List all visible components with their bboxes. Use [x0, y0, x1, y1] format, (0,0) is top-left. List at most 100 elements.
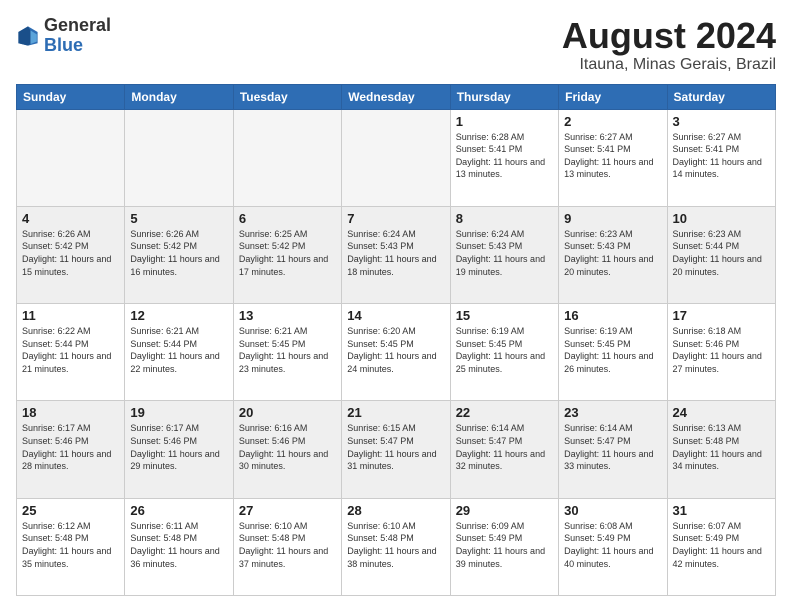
day-info: Sunrise: 6:16 AM Sunset: 5:46 PM Dayligh… [239, 422, 336, 472]
day-info: Sunrise: 6:10 AM Sunset: 5:48 PM Dayligh… [239, 520, 336, 570]
logo-text: General Blue [44, 16, 111, 56]
calendar-week-row: 25Sunrise: 6:12 AM Sunset: 5:48 PM Dayli… [17, 498, 776, 595]
table-row: 5Sunrise: 6:26 AM Sunset: 5:42 PM Daylig… [125, 206, 233, 303]
day-number: 23 [564, 405, 661, 420]
day-number: 13 [239, 308, 336, 323]
table-row: 2 Sunrise: 6:27 AM Sunset: 5:41 PM Daylig… [559, 109, 667, 206]
col-friday: Friday [559, 84, 667, 109]
day-number: 8 [456, 211, 553, 226]
day-info: Sunrise: 6:17 AM Sunset: 5:46 PM Dayligh… [22, 422, 119, 472]
calendar-table: Sunday Monday Tuesday Wednesday Thursday… [16, 84, 776, 596]
table-row: 10 Sunrise: 6:23 AM Sunset: 5:44 PM Dayli… [667, 206, 775, 303]
day-info: Sunrise: 6:17 AM Sunset: 5:46 PM Dayligh… [130, 422, 227, 472]
title-month: August 2024 [562, 16, 776, 56]
table-row: 3 Sunrise: 6:27 AM Sunset: 5:41 PM Daylig… [667, 109, 775, 206]
day-info: Sunrise: 6:15 AM Sunset: 5:47 PM Dayligh… [347, 422, 444, 472]
day-info: Sunrise: 6:24 AM Sunset: 5:43 PM Dayligh… [347, 228, 444, 278]
day-number: 30 [564, 503, 661, 518]
calendar-week-row: 11 Sunrise: 6:22 AM Sunset: 5:44 PM Dayli… [17, 304, 776, 401]
day-info: Sunrise: 6:09 AM Sunset: 5:49 PM Dayligh… [456, 520, 553, 570]
table-row: 18Sunrise: 6:17 AM Sunset: 5:46 PM Dayli… [17, 401, 125, 498]
table-row: 25Sunrise: 6:12 AM Sunset: 5:48 PM Dayli… [17, 498, 125, 595]
day-number: 28 [347, 503, 444, 518]
table-row: 21 Sunrise: 6:15 AM Sunset: 5:47 PM Dayli… [342, 401, 450, 498]
page: General Blue August 2024 Itauna, Minas G… [0, 0, 792, 612]
table-row [342, 109, 450, 206]
day-number: 26 [130, 503, 227, 518]
table-row: 17 Sunrise: 6:18 AM Sunset: 5:46 PM Dayli… [667, 304, 775, 401]
title-location: Itauna, Minas Gerais, Brazil [562, 56, 776, 74]
day-info: Sunrise: 6:10 AM Sunset: 5:48 PM Dayligh… [347, 520, 444, 570]
day-info: Sunrise: 6:12 AM Sunset: 5:48 PM Dayligh… [22, 520, 119, 570]
day-info: Sunrise: 6:19 AM Sunset: 5:45 PM Dayligh… [564, 325, 661, 375]
table-row: 24 Sunrise: 6:13 AM Sunset: 5:48 PM Dayli… [667, 401, 775, 498]
table-row: 30 Sunrise: 6:08 AM Sunset: 5:49 PM Dayli… [559, 498, 667, 595]
day-info: Sunrise: 6:22 AM Sunset: 5:44 PM Dayligh… [22, 325, 119, 375]
day-info: Sunrise: 6:11 AM Sunset: 5:48 PM Dayligh… [130, 520, 227, 570]
day-number: 10 [673, 211, 770, 226]
day-info: Sunrise: 6:26 AM Sunset: 5:42 PM Dayligh… [130, 228, 227, 278]
day-number: 24 [673, 405, 770, 420]
day-info: Sunrise: 6:23 AM Sunset: 5:44 PM Dayligh… [673, 228, 770, 278]
day-info: Sunrise: 6:13 AM Sunset: 5:48 PM Dayligh… [673, 422, 770, 472]
day-number: 2 [564, 114, 661, 129]
table-row: 15 Sunrise: 6:19 AM Sunset: 5:45 PM Dayli… [450, 304, 558, 401]
day-info: Sunrise: 6:27 AM Sunset: 5:41 PM Dayligh… [673, 131, 770, 181]
day-info: Sunrise: 6:18 AM Sunset: 5:46 PM Dayligh… [673, 325, 770, 375]
table-row: 8 Sunrise: 6:24 AM Sunset: 5:43 PM Daylig… [450, 206, 558, 303]
day-info: Sunrise: 6:08 AM Sunset: 5:49 PM Dayligh… [564, 520, 661, 570]
day-info: Sunrise: 6:14 AM Sunset: 5:47 PM Dayligh… [564, 422, 661, 472]
day-number: 17 [673, 308, 770, 323]
table-row [233, 109, 341, 206]
day-number: 22 [456, 405, 553, 420]
day-number: 16 [564, 308, 661, 323]
table-row: 4 Sunrise: 6:26 AM Sunset: 5:42 PM Daylig… [17, 206, 125, 303]
day-number: 14 [347, 308, 444, 323]
col-thursday: Thursday [450, 84, 558, 109]
logo-blue: Blue [44, 35, 83, 55]
day-number: 9 [564, 211, 661, 226]
table-row: 22Sunrise: 6:14 AM Sunset: 5:47 PM Dayli… [450, 401, 558, 498]
day-number: 4 [22, 211, 119, 226]
day-info: Sunrise: 6:21 AM Sunset: 5:45 PM Dayligh… [239, 325, 336, 375]
day-info: Sunrise: 6:25 AM Sunset: 5:42 PM Dayligh… [239, 228, 336, 278]
col-wednesday: Wednesday [342, 84, 450, 109]
logo: General Blue [16, 16, 111, 56]
table-row [17, 109, 125, 206]
table-row [125, 109, 233, 206]
day-number: 6 [239, 211, 336, 226]
table-row: 12Sunrise: 6:21 AM Sunset: 5:44 PM Dayli… [125, 304, 233, 401]
day-info: Sunrise: 6:24 AM Sunset: 5:43 PM Dayligh… [456, 228, 553, 278]
table-row: 20 Sunrise: 6:16 AM Sunset: 5:46 PM Dayli… [233, 401, 341, 498]
day-number: 20 [239, 405, 336, 420]
table-row: 11 Sunrise: 6:22 AM Sunset: 5:44 PM Dayli… [17, 304, 125, 401]
table-row: 13 Sunrise: 6:21 AM Sunset: 5:45 PM Dayli… [233, 304, 341, 401]
title-block: August 2024 Itauna, Minas Gerais, Brazil [562, 16, 776, 74]
logo-general: General [44, 15, 111, 35]
table-row: 23 Sunrise: 6:14 AM Sunset: 5:47 PM Dayli… [559, 401, 667, 498]
table-row: 14Sunrise: 6:20 AM Sunset: 5:45 PM Dayli… [342, 304, 450, 401]
day-number: 11 [22, 308, 119, 323]
day-info: Sunrise: 6:23 AM Sunset: 5:43 PM Dayligh… [564, 228, 661, 278]
day-info: Sunrise: 6:07 AM Sunset: 5:49 PM Dayligh… [673, 520, 770, 570]
day-number: 3 [673, 114, 770, 129]
day-info: Sunrise: 6:28 AM Sunset: 5:41 PM Dayligh… [456, 131, 553, 181]
calendar-week-row: 18Sunrise: 6:17 AM Sunset: 5:46 PM Dayli… [17, 401, 776, 498]
day-info: Sunrise: 6:26 AM Sunset: 5:42 PM Dayligh… [22, 228, 119, 278]
col-tuesday: Tuesday [233, 84, 341, 109]
day-number: 29 [456, 503, 553, 518]
calendar-header-row: Sunday Monday Tuesday Wednesday Thursday… [17, 84, 776, 109]
day-info: Sunrise: 6:27 AM Sunset: 5:41 PM Dayligh… [564, 131, 661, 181]
header: General Blue August 2024 Itauna, Minas G… [16, 16, 776, 74]
day-number: 27 [239, 503, 336, 518]
day-number: 19 [130, 405, 227, 420]
day-number: 1 [456, 114, 553, 129]
table-row: 16 Sunrise: 6:19 AM Sunset: 5:45 PM Dayli… [559, 304, 667, 401]
day-info: Sunrise: 6:19 AM Sunset: 5:45 PM Dayligh… [456, 325, 553, 375]
day-number: 15 [456, 308, 553, 323]
table-row: 29 Sunrise: 6:09 AM Sunset: 5:49 PM Dayli… [450, 498, 558, 595]
logo-icon [16, 24, 40, 48]
day-number: 21 [347, 405, 444, 420]
table-row: 27 Sunrise: 6:10 AM Sunset: 5:48 PM Dayli… [233, 498, 341, 595]
day-number: 7 [347, 211, 444, 226]
